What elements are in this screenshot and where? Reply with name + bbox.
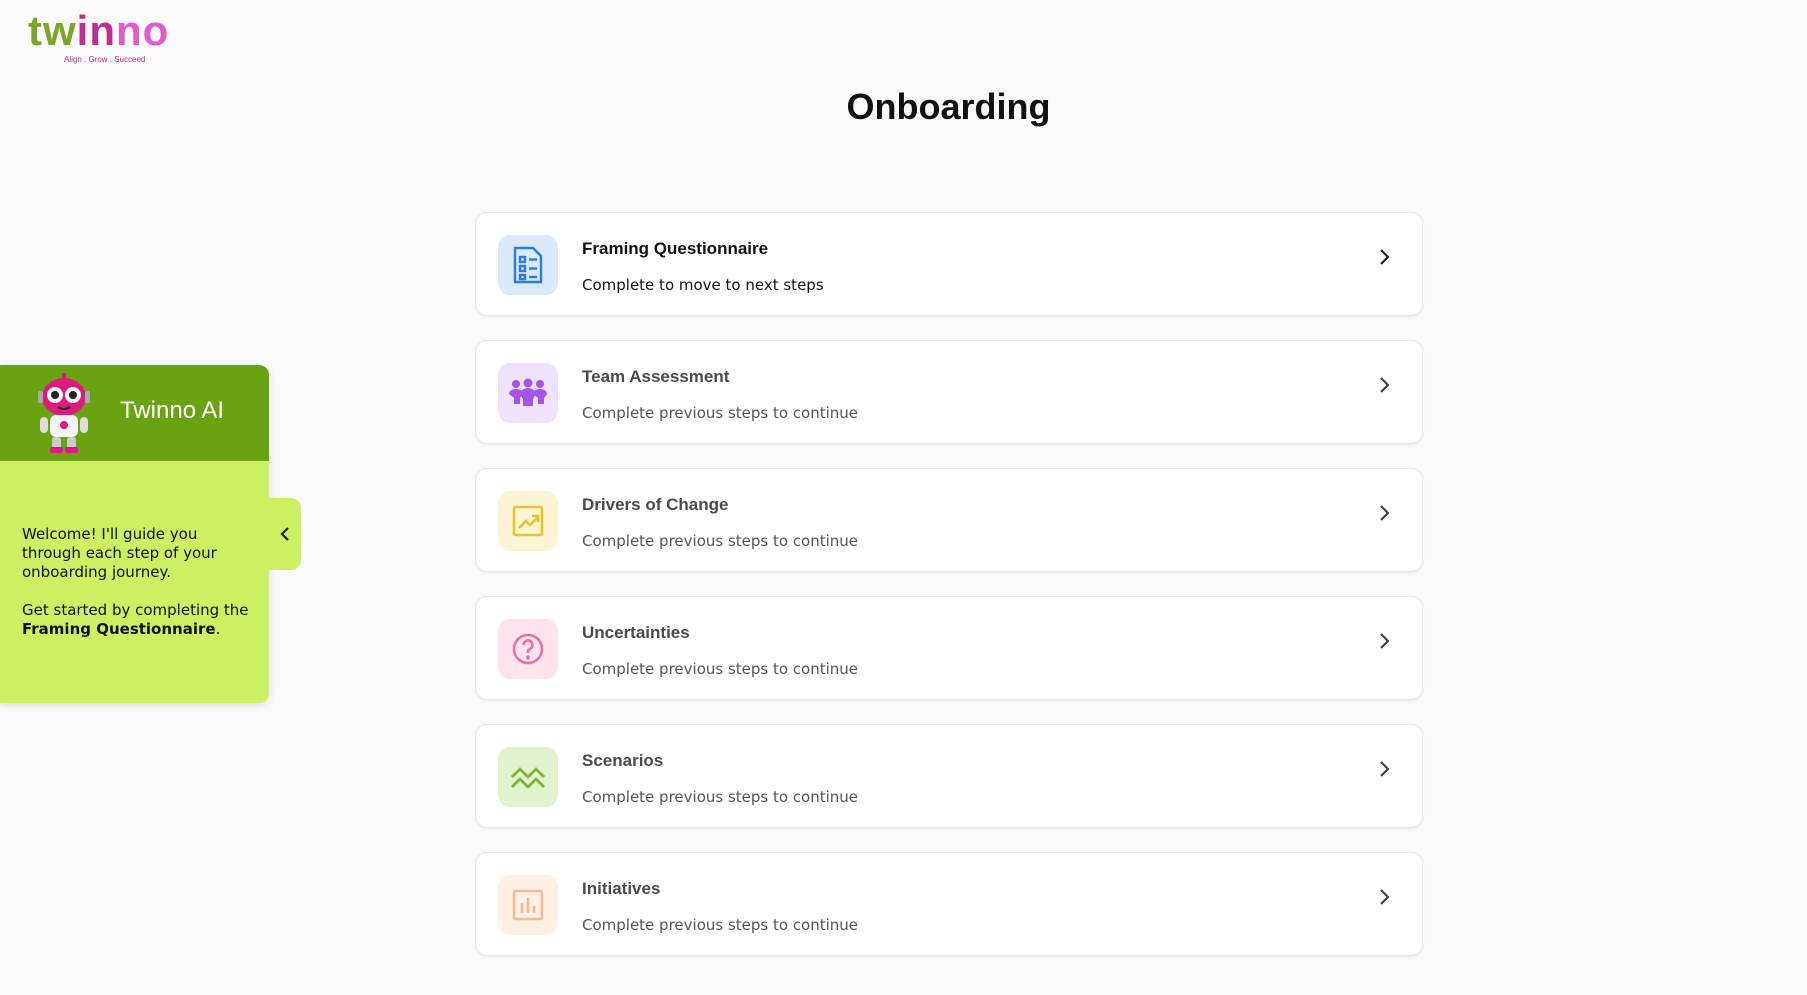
step-subtitle: Complete previous steps to continue xyxy=(582,404,859,422)
question-icon xyxy=(498,619,558,679)
checklist-icon xyxy=(498,235,558,295)
assistant-header: Twinno AI xyxy=(0,365,269,461)
chevron-right-icon xyxy=(1380,889,1390,905)
page-title: Onboarding xyxy=(846,86,1051,127)
step-title: Scenarios xyxy=(582,751,664,770)
logo-tagline: Align . Grow . Succeed xyxy=(64,55,146,64)
assistant-panel: Twinno AI Welcome! I'll guide you throug… xyxy=(0,365,269,703)
assistant-highlight: Framing Questionnaire xyxy=(22,620,216,638)
logo-wordmark: twinno xyxy=(28,7,170,54)
step-title: Uncertainties xyxy=(582,623,690,642)
robot-avatar-icon xyxy=(38,373,90,453)
team-icon xyxy=(498,363,558,423)
step-subtitle: Complete previous steps to continue xyxy=(582,532,859,550)
step-card-framing-questionnaire[interactable]: Framing Questionnaire Complete to move t… xyxy=(475,212,1423,316)
chevron-right-icon xyxy=(1380,633,1390,649)
step-card-drivers-of-change[interactable]: Drivers of Change Complete previous step… xyxy=(475,468,1423,572)
step-title: Framing Questionnaire xyxy=(582,239,769,258)
onboarding-steps-list: Framing Questionnaire Complete to move t… xyxy=(475,212,1423,980)
zigzag-icon xyxy=(498,747,558,807)
step-title: Drivers of Change xyxy=(582,495,729,514)
step-card-team-assessment[interactable]: Team Assessment Complete previous steps … xyxy=(475,340,1423,444)
chevron-right-icon xyxy=(1380,377,1390,393)
bar-chart-icon xyxy=(498,875,558,935)
assistant-name: Twinno AI xyxy=(120,397,225,424)
step-card-uncertainties[interactable]: Uncertainties Complete previous steps to… xyxy=(475,596,1423,700)
step-subtitle: Complete to move to next steps xyxy=(582,276,824,294)
step-card-initiatives[interactable]: Initiatives Complete previous steps to c… xyxy=(475,852,1423,956)
chevron-left-icon xyxy=(280,527,289,541)
step-subtitle: Complete previous steps to continue xyxy=(582,788,859,806)
chevron-right-icon xyxy=(1380,761,1390,777)
twinno-logo[interactable]: twinno Align . Grow . Succeed xyxy=(28,7,188,65)
step-title: Team Assessment xyxy=(582,367,730,386)
collapse-assistant-button[interactable] xyxy=(269,498,301,570)
step-card-scenarios[interactable]: Scenarios Complete previous steps to con… xyxy=(475,724,1423,828)
step-subtitle: Complete previous steps to continue xyxy=(582,660,859,678)
assistant-instruction-text: Get started by completing the Framing Qu… xyxy=(22,601,249,638)
chevron-right-icon xyxy=(1380,505,1390,521)
step-subtitle: Complete previous steps to continue xyxy=(582,916,859,934)
step-title: Initiatives xyxy=(582,879,661,898)
assistant-message: Welcome! I'll guide you through each ste… xyxy=(22,525,257,658)
assistant-welcome-text: Welcome! I'll guide you through each ste… xyxy=(22,525,217,581)
trend-up-icon xyxy=(498,491,558,551)
chevron-right-icon xyxy=(1380,249,1390,265)
